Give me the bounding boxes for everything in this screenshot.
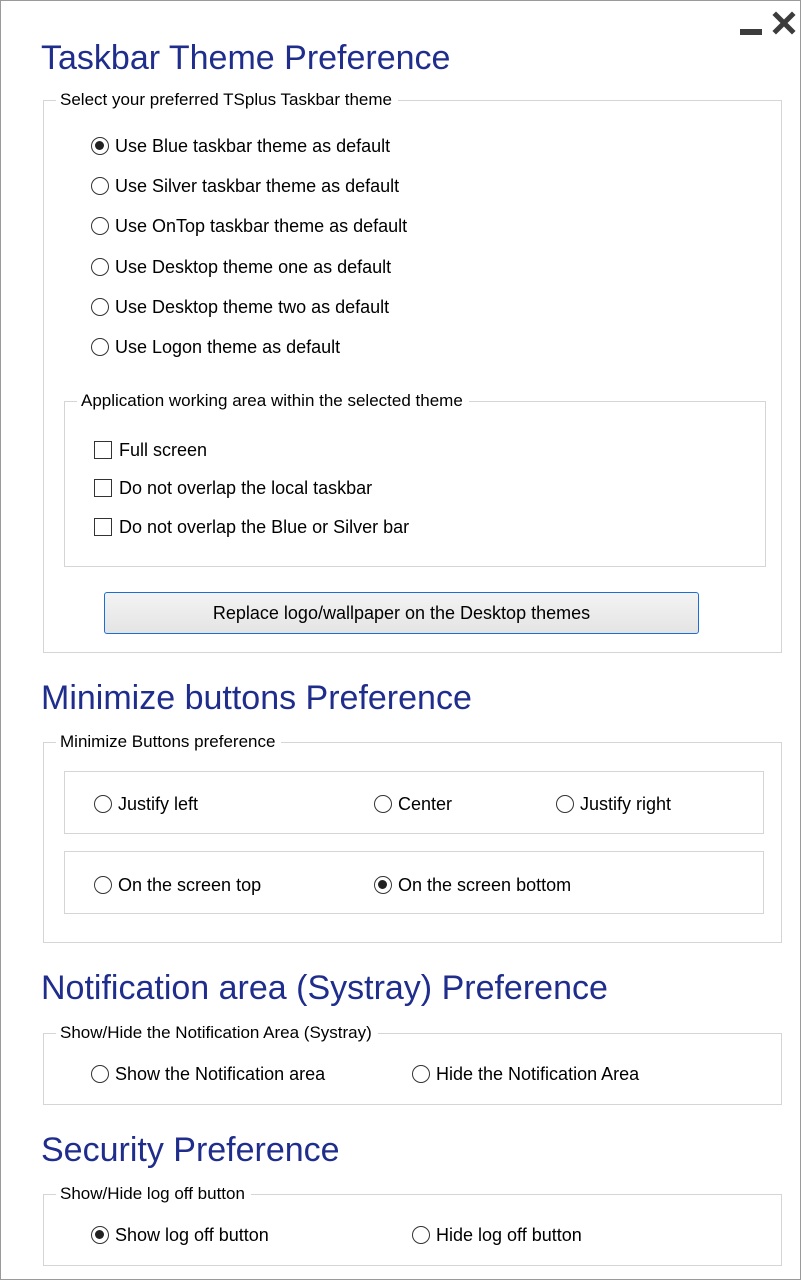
notification-area-title: Notification area (Systray) Preference (41, 969, 608, 1007)
settings-window: Taskbar Theme Preference Select your pre… (0, 0, 801, 1280)
radio-hide-notification-area[interactable]: Hide the Notification Area (412, 1062, 639, 1086)
radio-label: Use Silver taskbar theme as default (115, 175, 400, 196)
taskbar-theme-group-label: Select your preferred TSplus Taskbar the… (56, 90, 398, 110)
radio-label: Center (398, 793, 453, 814)
radio-hide-logoff[interactable]: Hide log off button (412, 1223, 582, 1247)
radio-button[interactable] (94, 795, 112, 813)
radio-label: Hide log off button (436, 1224, 582, 1245)
checkbox-label: Do not overlap the Blue or Silver bar (119, 516, 410, 537)
security-group-label: Show/Hide log off button (56, 1184, 251, 1204)
radio-button[interactable] (91, 217, 109, 235)
radio-label: Show log off button (115, 1224, 269, 1245)
replace-logo-wallpaper-button[interactable]: Replace logo/wallpaper on the Desktop th… (104, 592, 699, 634)
radio-button[interactable] (91, 1065, 109, 1083)
taskbar-theme-group: Select your preferred TSplus Taskbar the… (43, 90, 782, 653)
check-no-overlap-local-taskbar[interactable]: Do not overlap the local taskbar (94, 476, 372, 500)
checkbox[interactable] (94, 479, 112, 497)
close-icon-glyph (772, 11, 796, 35)
radio-label: Hide the Notification Area (436, 1063, 640, 1084)
radio-label: Use OnTop taskbar theme as default (115, 215, 408, 236)
radio-button-checked[interactable] (374, 876, 392, 894)
radio-logon-theme[interactable]: Use Logon theme as default (91, 335, 340, 359)
radio-label: Use Blue taskbar theme as default (115, 135, 391, 156)
security-group: Show/Hide log off button Show log off bu… (43, 1184, 782, 1266)
checkbox[interactable] (94, 518, 112, 536)
radio-label: Show the Notification area (115, 1063, 326, 1084)
radio-show-logoff[interactable]: Show log off button (91, 1223, 269, 1247)
radio-label: On the screen bottom (398, 874, 572, 895)
checkbox-label: Do not overlap the local taskbar (119, 477, 373, 498)
radio-button[interactable] (412, 1065, 430, 1083)
radio-label: Justify right (580, 793, 672, 814)
working-area-group: Application working area within the sele… (64, 391, 766, 567)
radio-button[interactable] (91, 338, 109, 356)
radio-button-checked[interactable] (91, 137, 109, 155)
minimize-buttons-title: Minimize buttons Preference (41, 679, 472, 717)
radio-button[interactable] (556, 795, 574, 813)
minimize-buttons-group-label: Minimize Buttons preference (56, 732, 282, 752)
radio-justify-right[interactable]: Justify right (556, 792, 671, 816)
radio-button[interactable] (91, 258, 109, 276)
working-area-group-label: Application working area within the sele… (77, 391, 469, 411)
radio-silver-theme[interactable]: Use Silver taskbar theme as default (91, 174, 399, 198)
radio-justify-left[interactable]: Justify left (94, 792, 198, 816)
radio-button-checked[interactable] (91, 1226, 109, 1244)
minimize-buttons-group: Minimize Buttons preference Justify left… (43, 732, 782, 943)
taskbar-theme-title: Taskbar Theme Preference (41, 39, 451, 77)
checkbox-label: Full screen (119, 439, 208, 460)
radio-button[interactable] (91, 177, 109, 195)
radio-button[interactable] (94, 876, 112, 894)
radio-button[interactable] (91, 298, 109, 316)
radio-label: Use Desktop theme one as default (115, 256, 392, 277)
radio-center[interactable]: Center (374, 792, 452, 816)
check-no-overlap-blue-silver-bar[interactable]: Do not overlap the Blue or Silver bar (94, 515, 409, 539)
radio-screen-top[interactable]: On the screen top (94, 873, 261, 897)
radio-ontop-theme[interactable]: Use OnTop taskbar theme as default (91, 214, 407, 238)
radio-blue-theme[interactable]: Use Blue taskbar theme as default (91, 134, 390, 158)
radio-screen-bottom[interactable]: On the screen bottom (374, 873, 571, 897)
radio-label: On the screen top (118, 874, 262, 895)
window-controls (736, 7, 800, 39)
radio-desktop-two-theme[interactable]: Use Desktop theme two as default (91, 295, 389, 319)
radio-label: Use Logon theme as default (115, 336, 341, 357)
close-icon[interactable] (770, 9, 800, 37)
radio-show-notification-area[interactable]: Show the Notification area (91, 1062, 325, 1086)
radio-button[interactable] (374, 795, 392, 813)
justify-group: Justify left Center Justify right (64, 771, 764, 834)
notification-area-group: Show/Hide the Notification Area (Systray… (43, 1023, 782, 1105)
screen-position-group: On the screen top On the screen bottom (64, 851, 764, 914)
notification-area-group-label: Show/Hide the Notification Area (Systray… (56, 1023, 378, 1043)
security-title: Security Preference (41, 1131, 340, 1169)
checkbox[interactable] (94, 441, 112, 459)
radio-label: Use Desktop theme two as default (115, 296, 390, 317)
radio-desktop-one-theme[interactable]: Use Desktop theme one as default (91, 255, 391, 279)
radio-button[interactable] (412, 1226, 430, 1244)
radio-label: Justify left (118, 793, 199, 814)
minimize-icon[interactable] (738, 19, 764, 37)
check-full-screen[interactable]: Full screen (94, 438, 207, 462)
